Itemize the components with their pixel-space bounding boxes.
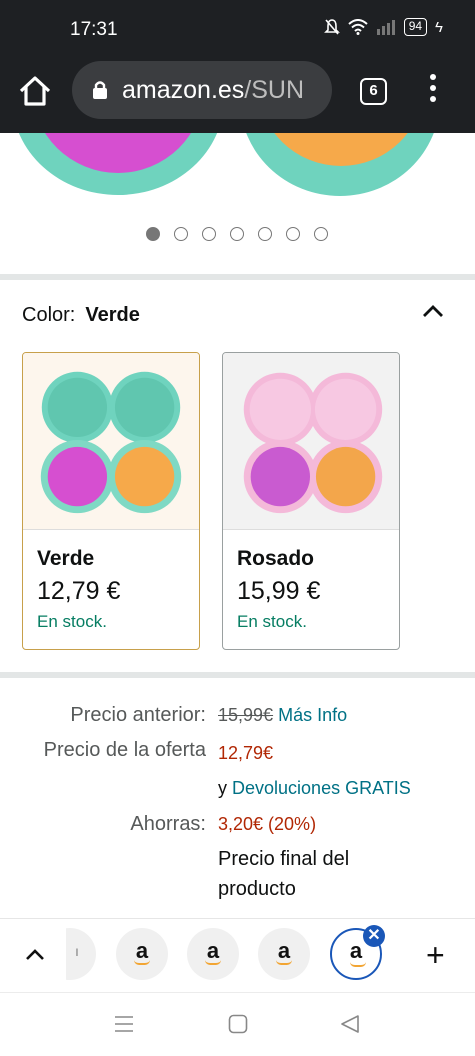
section-divider <box>0 274 475 280</box>
recent-apps-icon[interactable] <box>114 1015 134 1033</box>
amazon-logo-icon: a <box>349 938 363 963</box>
more-info-link[interactable]: Más Info <box>278 705 347 725</box>
url-path: /SUN <box>244 75 305 104</box>
previous-price-label: Precio anterior: <box>70 704 206 726</box>
swatch-name: Rosado <box>237 547 315 570</box>
previous-price-row: 15,99€ Más Info <box>218 705 347 726</box>
signal-icon <box>376 20 395 35</box>
swatch-stock: En stock. <box>37 612 107 631</box>
close-tab-icon[interactable]: ✕ <box>363 925 385 947</box>
returns-row: y Devoluciones GRATIS <box>218 778 411 799</box>
pagination-dot[interactable] <box>146 227 160 241</box>
previous-price-value: 15,99€ <box>218 705 274 725</box>
savings-label: Ahorras: <box>130 813 206 835</box>
pagination-dot[interactable] <box>286 227 300 241</box>
browser-chrome: 17:31 94 ϟ amazon.es/SUN 6 <box>0 0 475 133</box>
free-returns-link[interactable]: Devoluciones GRATIS <box>232 778 411 798</box>
address-bar[interactable]: amazon.es/SUN <box>72 61 332 119</box>
chevron-up-icon[interactable] <box>24 944 46 966</box>
swatch-price: 12,79 € <box>37 577 121 605</box>
mute-icon <box>323 19 340 35</box>
battery-indicator: 94 <box>403 18 428 36</box>
status-icons: 94 ϟ <box>323 18 443 36</box>
tab-thumbnail[interactable]: a <box>187 928 239 980</box>
selected-color: Verde <box>85 304 140 326</box>
back-icon[interactable] <box>340 1014 360 1034</box>
deal-price-value: 12,79€ <box>218 743 274 763</box>
url-host: amazon.es <box>122 75 245 104</box>
home-icon[interactable] <box>16 72 54 110</box>
pagination-dot[interactable] <box>202 227 216 241</box>
system-nav-bar <box>0 992 475 1056</box>
tab-thumbnail[interactable]: a <box>116 928 168 980</box>
product-image-gallery[interactable] <box>0 133 475 275</box>
add-tab-icon[interactable]: + <box>426 939 445 971</box>
pagination-dot[interactable] <box>314 227 328 241</box>
swatch-divider <box>223 529 399 530</box>
pagination-dot[interactable] <box>258 227 272 241</box>
color-option-rosado[interactable]: Rosado 15,99 € En stock. <box>222 352 400 650</box>
color-option-verde[interactable]: Verde 12,79 € En stock. <box>22 352 200 650</box>
deal-price-label: Precio de la oferta <box>43 739 206 761</box>
color-label: Color: Verde <box>22 304 140 327</box>
final-price-note-line2: producto <box>218 878 296 900</box>
returns-prefix: y <box>218 778 227 798</box>
gallery-pagination <box>146 227 328 241</box>
swatch-divider <box>23 529 199 530</box>
savings-value: 3,20€ (20%) <box>218 814 317 834</box>
overflow-menu-icon[interactable] <box>423 74 443 108</box>
lock-icon <box>93 81 107 99</box>
swatch-price: 15,99 € <box>237 577 321 605</box>
home-nav-icon[interactable] <box>228 1014 248 1034</box>
wifi-icon <box>348 19 368 35</box>
section-divider <box>0 672 475 678</box>
pagination-dot[interactable] <box>230 227 244 241</box>
tab-switcher-button[interactable]: 6 <box>360 78 387 105</box>
tab-thumbnail[interactable]: a <box>258 928 310 980</box>
swatch-image-rosado <box>223 353 399 529</box>
chevron-up-icon[interactable] <box>420 299 446 325</box>
swatch-stock: En stock. <box>237 612 307 631</box>
final-price-note-line1: Precio final del <box>218 848 350 870</box>
swatch-image-verde <box>23 353 199 529</box>
color-label-text: Color: <box>22 304 76 326</box>
status-time: 17:31 <box>70 19 118 40</box>
swatch-name: Verde <box>37 547 95 570</box>
charging-icon: ϟ <box>435 18 443 36</box>
url-text: amazon.es/SUN <box>122 76 304 105</box>
pagination-dot[interactable] <box>174 227 188 241</box>
